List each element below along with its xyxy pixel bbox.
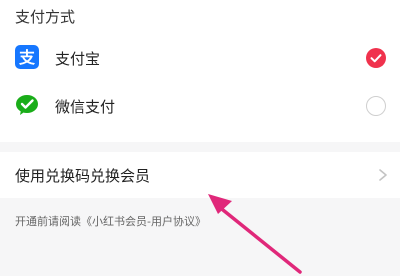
section-title: 支付方式 bbox=[15, 8, 76, 26]
checkmark-icon bbox=[370, 54, 382, 63]
chevron-right-icon bbox=[376, 167, 390, 183]
payment-option-alipay[interactable]: 支 支付宝 bbox=[0, 36, 400, 80]
redeem-code-label: 使用兑换码兑换会员 bbox=[15, 167, 151, 185]
agreement-text: 开通前请阅读《小红书会员-用户协议》 bbox=[15, 215, 206, 228]
alipay-label: 支付宝 bbox=[55, 50, 101, 68]
alipay-radio-checked[interactable] bbox=[366, 48, 386, 68]
payment-option-wechat[interactable]: 微信支付 bbox=[0, 84, 400, 128]
alipay-icon: 支 bbox=[15, 45, 39, 69]
wechat-pay-label: 微信支付 bbox=[55, 98, 116, 116]
redeem-code-row[interactable]: 使用兑换码兑换会员 bbox=[0, 152, 400, 198]
payment-method-card: 支付方式 支 支付宝 微信支付 bbox=[0, 0, 400, 142]
wechat-radio-unchecked[interactable] bbox=[366, 96, 386, 116]
wechat-pay-icon bbox=[15, 93, 39, 117]
svg-text:支: 支 bbox=[18, 48, 36, 67]
